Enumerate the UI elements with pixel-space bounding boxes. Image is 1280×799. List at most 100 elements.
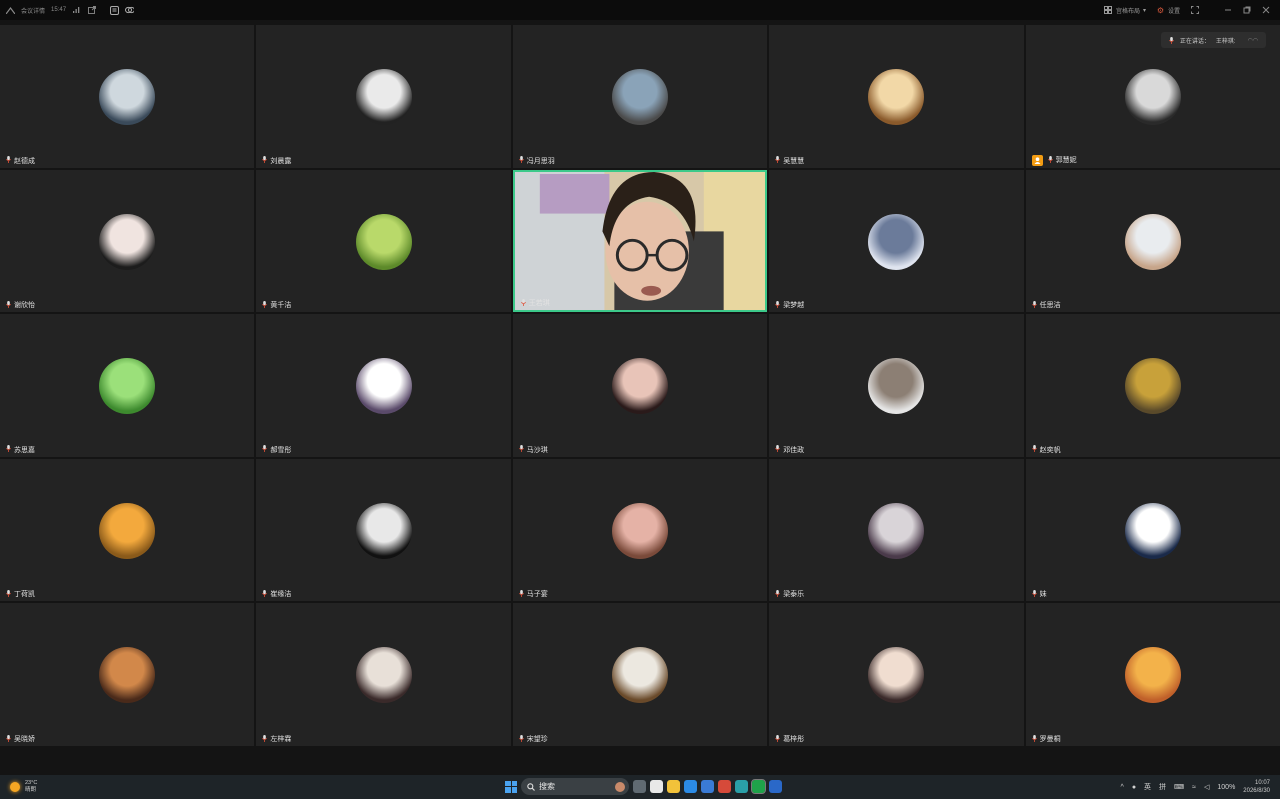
clock[interactable]: 10:07 2026/8/30 <box>1243 779 1270 795</box>
windows-taskbar: 23°C 晴朗 搜索 ^ ● 英 拼 ⌨ ≈ ◁ 100% 10:07 2026… <box>0 775 1280 799</box>
mic-muted-icon <box>775 300 781 310</box>
edge-icon[interactable] <box>684 780 697 793</box>
windows-start-icon[interactable] <box>505 780 517 793</box>
participant-tile[interactable]: 黄千洁 <box>256 169 511 313</box>
chevron-down-icon: ▾ <box>1142 7 1146 14</box>
restore-icon[interactable] <box>1242 6 1251 15</box>
participant-tile[interactable]: 苏思嘉 <box>0 314 255 457</box>
participant-name: 左梓霖 <box>270 736 292 743</box>
ime-mode[interactable]: 拼 <box>1159 782 1166 792</box>
participant-tile[interactable]: 郝雪彤 <box>256 314 511 457</box>
weather-widget[interactable]: 23°C 晴朗 <box>0 780 220 794</box>
battery-level[interactable]: 100% <box>1217 784 1235 791</box>
clock-date: 2026/8/30 <box>1243 788 1270 794</box>
participant-tile[interactable]: 吴慧慧 <box>769 25 1024 168</box>
participant-tile[interactable]: 冯月思羽 <box>512 25 768 168</box>
participant-avatar <box>355 358 412 415</box>
participant-tile[interactable]: 丁荷凯 <box>0 458 255 602</box>
participant-avatar <box>355 213 412 270</box>
close-icon[interactable] <box>1261 6 1270 15</box>
participant-tile[interactable]: 马沙琪 <box>512 314 768 457</box>
title-bar: 会议详情 15:47 宫格布局 ▾ ⚙ 设置 <box>0 0 1280 20</box>
taskbar-search[interactable]: 搜索 <box>521 778 629 795</box>
browser-icon[interactable] <box>735 780 748 793</box>
share-icon[interactable] <box>87 6 96 15</box>
participant-tile[interactable]: 赵奕帆 <box>1025 314 1280 457</box>
participant-tile[interactable]: 吴晓娇 <box>0 603 255 746</box>
minimize-icon[interactable] <box>1223 6 1232 15</box>
participant-tile[interactable]: 妹 <box>1025 458 1280 602</box>
participant-avatar <box>611 502 668 559</box>
participant-name: 郝雪彤 <box>270 446 292 454</box>
store-icon[interactable] <box>701 780 714 793</box>
mic-icon[interactable]: ● <box>1132 784 1136 791</box>
participant-name-tag: 赵奕帆 <box>1031 445 1061 455</box>
record-icon[interactable] <box>110 5 120 15</box>
chevron-up-icon[interactable]: ^ <box>1121 784 1124 791</box>
participant-tile[interactable]: 王若琪 <box>512 169 768 313</box>
wechat-icon[interactable] <box>751 779 766 794</box>
meeting-app-icon[interactable] <box>769 780 782 793</box>
participant-avatar <box>1124 502 1181 559</box>
participant-name: 葛梓彤 <box>783 736 805 743</box>
participant-tile[interactable]: 谢欣怡 <box>0 169 255 313</box>
participant-name-tag: 谢欣怡 <box>6 300 35 310</box>
participant-name: 崔缘洁 <box>270 591 292 599</box>
participant-avatar <box>1124 647 1181 704</box>
participant-tile[interactable]: 梁泰乐 <box>769 458 1024 602</box>
keyboard-icon[interactable]: ⌨ <box>1174 783 1184 791</box>
participant-name-tag: 梁梦越 <box>775 300 804 310</box>
speaking-name: 王梓琪: <box>1215 38 1236 45</box>
participant-name-tag: 吴晓娇 <box>6 734 35 744</box>
participant-tile[interactable]: 马子宴 <box>512 458 768 602</box>
participant-tile[interactable]: 正在讲话： 王梓琪: ◠◠ 郭慧妮 <box>1025 25 1280 168</box>
file-icon[interactable] <box>650 780 663 793</box>
participant-avatar <box>868 502 925 559</box>
folder-icon[interactable] <box>667 780 680 793</box>
ime-lang[interactable]: 英 <box>1144 782 1151 792</box>
participant-name: 刘晨露 <box>270 157 292 165</box>
red-app-icon[interactable] <box>718 780 731 793</box>
settings-button[interactable]: ⚙ 设置 <box>1156 6 1180 15</box>
participant-tile[interactable]: 崔缘洁 <box>256 458 511 602</box>
participant-name: 郭慧妮 <box>1055 157 1077 165</box>
mic-muted-icon <box>1031 445 1037 454</box>
participant-name: 马子宴 <box>526 591 548 599</box>
participant-tile[interactable]: 葛梓彤 <box>769 603 1024 746</box>
participant-tile[interactable]: 罗曼桐 <box>1025 603 1280 746</box>
link-icon[interactable] <box>125 6 135 15</box>
participant-tile[interactable]: 宋望珍 <box>512 603 768 746</box>
fullscreen-icon[interactable] <box>1190 6 1199 15</box>
participant-tile[interactable]: 赵德成 <box>0 25 255 168</box>
mic-muted-icon <box>262 445 268 454</box>
task-view-icon[interactable] <box>633 780 646 793</box>
mic-muted-icon <box>520 298 526 308</box>
participant-name: 赵德成 <box>14 157 35 165</box>
participant-avatar <box>99 69 156 125</box>
mic-muted-icon <box>518 156 524 165</box>
volume-icon[interactable]: ◁ <box>1204 783 1209 791</box>
mic-muted-icon <box>262 734 268 744</box>
participant-name: 马沙琪 <box>526 446 548 454</box>
bars-icon <box>72 6 81 15</box>
settings-label: 设置 <box>1167 8 1180 15</box>
participant-tile[interactable]: 梁梦越 <box>769 169 1024 313</box>
participant-name-tag: 丁荷凯 <box>6 589 35 599</box>
participant-avatar <box>99 502 156 559</box>
layout-button[interactable]: 宫格布局 ▾ <box>1104 6 1146 15</box>
participant-tile[interactable]: 任思洁 <box>1025 169 1280 313</box>
participant-name: 梁梦越 <box>783 302 805 310</box>
participant-grid: 赵德成 刘晨露 冯月思羽 吴慧慧 正在讲话： 王梓琪: ◠◠ 郭慧妮谢欣怡 黄千洁 王若琪 梁梦越 任… <box>0 25 1280 746</box>
participant-avatar <box>868 647 925 704</box>
participant-avatar <box>868 69 925 125</box>
participant-tile[interactable]: 邓佳政 <box>769 314 1024 457</box>
participant-avatar <box>99 213 156 270</box>
host-badge-icon <box>1031 154 1043 166</box>
participant-tile[interactable]: 刘晨露 <box>256 25 511 168</box>
wifi-icon[interactable]: ≈ <box>1192 784 1196 791</box>
participant-name-tag: 马沙琪 <box>518 445 548 455</box>
participant-avatar <box>611 69 668 125</box>
participant-name: 罗曼桐 <box>1039 736 1061 743</box>
participant-avatar <box>868 358 925 415</box>
participant-tile[interactable]: 左梓霖 <box>256 603 511 746</box>
